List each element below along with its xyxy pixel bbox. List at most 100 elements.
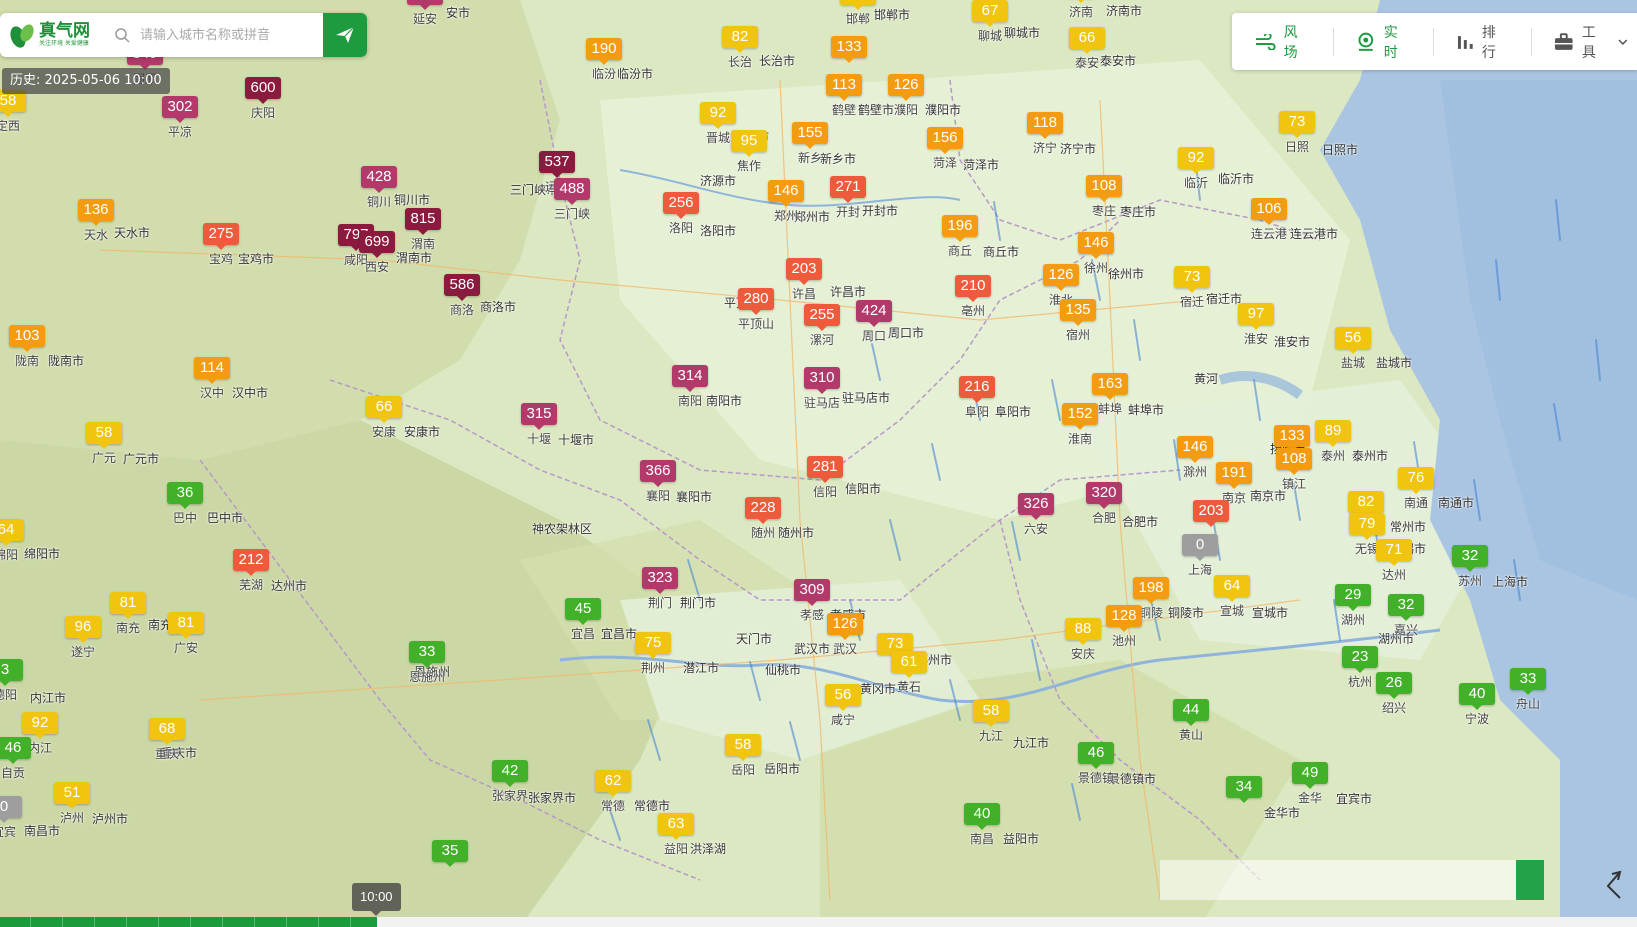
aqi-station-marker[interactable]: 280 平顶山: [721, 288, 791, 344]
aqi-station-marker[interactable]: 33 恩施州: [392, 641, 462, 697]
aqi-station-marker[interactable]: 81 广安: [151, 612, 221, 668]
aqi-station-marker[interactable]: 56 盐城: [1318, 327, 1388, 383]
aqi-station-marker[interactable]: 73 日照: [1262, 111, 1332, 167]
aqi-station-marker[interactable]: 190 临汾: [569, 38, 639, 94]
aqi-station-marker[interactable]: 108 枣庄: [1069, 175, 1139, 231]
search-go-button[interactable]: [323, 13, 367, 57]
aqi-value-badge: 275: [203, 223, 239, 250]
aqi-station-marker[interactable]: 210 亳州: [938, 275, 1008, 331]
aqi-station-marker[interactable]: 275 宝鸡: [186, 223, 256, 279]
aqi-station-marker[interactable]: 92 临沂: [1161, 147, 1231, 203]
aqi-station-marker[interactable]: 366 襄阳: [623, 460, 693, 516]
aqi-station-marker[interactable]: 66 安康: [349, 396, 419, 452]
aqi-station-marker[interactable]: 118 济宁: [1010, 112, 1080, 168]
aqi-station-marker[interactable]: 42 张家界: [475, 760, 545, 816]
aqi-station-marker[interactable]: 64 绵阳: [0, 519, 41, 575]
aqi-station-marker[interactable]: 95 焦作: [714, 130, 784, 186]
aqi-station-marker[interactable]: 61 黄石: [874, 651, 944, 707]
aqi-station-marker[interactable]: 216 阜阳: [942, 376, 1012, 432]
aqi-station-marker[interactable]: 699 西安: [342, 231, 412, 287]
aqi-value-badge: 0: [0, 796, 22, 823]
aqi-station-marker[interactable]: 228 随州: [728, 497, 798, 553]
aqi-station-marker[interactable]: 323 荆门: [625, 567, 695, 623]
aqi-station-marker[interactable]: 155 新乡: [775, 122, 845, 178]
aqi-station-marker[interactable]: 51 泸州: [37, 782, 107, 838]
aqi-station-marker[interactable]: 73 宿迁: [1157, 266, 1227, 322]
aqi-station-marker[interactable]: 63 益阳: [641, 813, 711, 869]
logo[interactable]: 真气网 关注环境 关爱健康: [0, 13, 108, 57]
toolbar-tools-button[interactable]: 工具: [1532, 13, 1637, 70]
aqi-station-marker[interactable]: 32 苏州: [1435, 545, 1505, 601]
aqi-station-marker[interactable]: 103 陇南: [0, 325, 62, 381]
aqi-station-marker[interactable]: 82 长治: [705, 26, 775, 82]
aqi-station-marker[interactable]: 58 九江: [956, 700, 1026, 756]
aqi-station-marker[interactable]: 152 淮南: [1045, 403, 1115, 459]
aqi-station-marker[interactable]: 424 周口: [839, 300, 909, 356]
playback-strip[interactable]: [1160, 860, 1540, 900]
aqi-station-marker[interactable]: 75 荆州: [618, 632, 688, 688]
toolbar-realtime-button[interactable]: 实时: [1334, 13, 1411, 70]
aqi-station-marker[interactable]: 35: [415, 840, 485, 896]
aqi-station-marker[interactable]: 310 驻马店: [787, 367, 857, 423]
aqi-station-marker[interactable]: 88 安庆: [1048, 618, 1118, 674]
aqi-station-marker[interactable]: 84 邯郸: [823, 0, 893, 39]
aqi-station-marker[interactable]: 26 绍兴: [1359, 672, 1429, 728]
aqi-station-marker[interactable]: 45 宜昌: [548, 598, 618, 654]
aqi-station-marker[interactable]: 196 商丘: [925, 215, 995, 271]
aqi-station-marker[interactable]: 58 广元: [69, 422, 139, 478]
timeline-bar[interactable]: [0, 917, 1637, 927]
aqi-station-marker[interactable]: 281 信阳: [790, 456, 860, 512]
aqi-station-marker[interactable]: 40 南昌: [947, 803, 1017, 859]
aqi-station-marker[interactable]: 58 定西: [0, 90, 43, 146]
aqi-station-marker[interactable]: 382 延安: [390, 0, 460, 39]
aqi-station-marker[interactable]: 586 商洛: [427, 274, 497, 330]
aqi-station-marker[interactable]: 0 宜宾: [0, 796, 39, 852]
aqi-station-marker[interactable]: 68 重庆: [132, 718, 202, 774]
city-search-input[interactable]: [138, 26, 318, 44]
aqi-station-marker[interactable]: 44 黄山: [1156, 699, 1226, 755]
aqi-station-marker[interactable]: 67 聊城: [955, 0, 1025, 56]
station-city-name: 合肥: [1091, 511, 1116, 525]
aqi-station-marker[interactable]: 488 三门峡: [537, 178, 607, 234]
aqi-station-marker[interactable]: 146 郑州: [751, 180, 821, 236]
aqi-station-marker[interactable]: 66 泰安: [1052, 27, 1122, 83]
aqi-station-marker[interactable]: 114 汉中: [177, 357, 247, 413]
aqi-station-marker[interactable]: 600 庆阳: [228, 77, 298, 133]
aqi-station-marker[interactable]: 108 镇江: [1259, 448, 1329, 504]
aqi-station-marker[interactable]: 156 菏泽: [910, 127, 980, 183]
aqi-station-marker[interactable]: 212 芜湖: [216, 549, 286, 605]
station-city-name: 济宁: [1032, 141, 1057, 155]
timeline-tick: [94, 917, 95, 927]
aqi-station-marker[interactable]: 3 德阳: [0, 659, 40, 715]
aqi-station-marker[interactable]: 49 金华: [1275, 762, 1345, 818]
aqi-station-marker[interactable]: 136 天水: [61, 199, 131, 255]
aqi-station-marker[interactable]: 135 宿州: [1043, 299, 1113, 355]
aqi-station-marker[interactable]: 126 濮阳: [871, 74, 941, 130]
aqi-station-marker[interactable]: 36 巴中: [150, 482, 220, 538]
aqi-station-marker[interactable]: 64 宣城: [1197, 575, 1267, 631]
toolbar-wind-button[interactable]: 风场: [1232, 13, 1311, 70]
aqi-station-marker[interactable]: 96 遂宁: [48, 616, 118, 672]
aqi-value-badge: 136: [78, 199, 114, 226]
toolbar-ranking-button[interactable]: 排行: [1434, 13, 1509, 70]
aqi-station-marker[interactable]: 256 洛阳: [646, 192, 716, 248]
map-place-label: 黄河: [1194, 372, 1219, 386]
playback-current-block[interactable]: [1516, 860, 1544, 900]
aqi-station-marker[interactable]: 302 平凉: [145, 96, 215, 152]
aqi-station-marker[interactable]: 56 咸宁: [808, 684, 878, 740]
aqi-station-marker[interactable]: 34: [1209, 776, 1279, 832]
aqi-station-marker[interactable]: 326 六安: [1001, 493, 1071, 549]
aqi-station-marker[interactable]: 320 合肥: [1069, 482, 1139, 538]
aqi-station-marker[interactable]: 315 十堰: [504, 403, 574, 459]
aqi-station-marker[interactable]: 32 嘉兴: [1371, 594, 1441, 650]
aqi-station-marker[interactable]: 46 景德镇: [1061, 742, 1131, 798]
aqi-station-marker[interactable]: 62 常德: [578, 770, 648, 826]
aqi-station-marker[interactable]: 97 淮安: [1221, 303, 1291, 359]
aqi-station-marker[interactable]: 106 连云港: [1234, 198, 1304, 254]
aqi-station-marker[interactable]: 58 岳阳: [708, 734, 778, 790]
aqi-station-marker[interactable]: 271 开封: [813, 176, 883, 232]
expand-corner-icon[interactable]: [1600, 868, 1628, 900]
aqi-station-marker[interactable]: 314 南阳: [655, 365, 725, 421]
map-canvas[interactable]: 安市济南市邯郸市聊城市泰安市临汾市长治市鹤壁市濮阳市济宁市日照市晋城市济源市新乡…: [0, 0, 1637, 927]
aqi-station-marker[interactable]: 40 宁波: [1442, 683, 1512, 739]
